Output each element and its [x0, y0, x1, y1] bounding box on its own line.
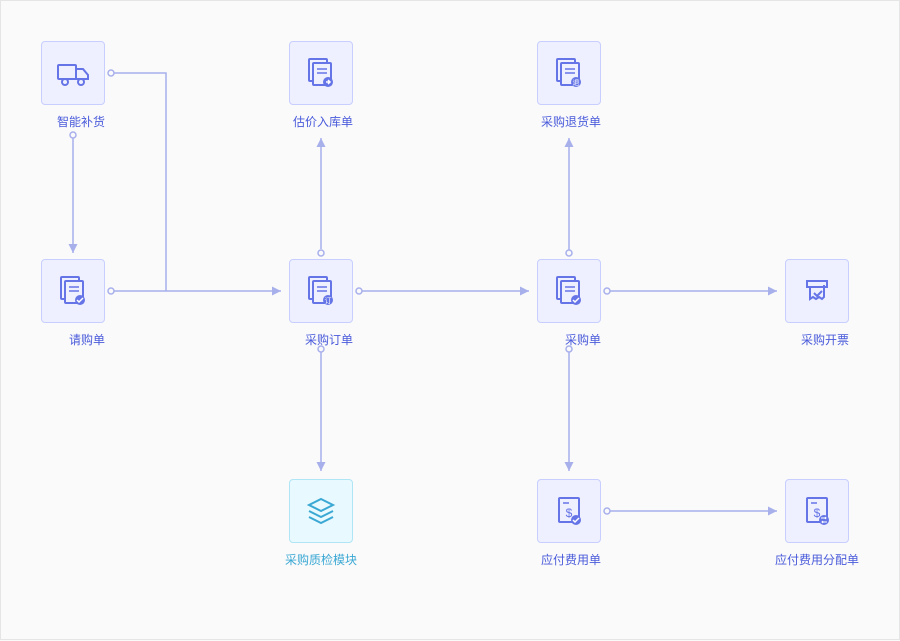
document-return-icon: 退 — [537, 41, 601, 105]
receipt-icon — [785, 259, 849, 323]
node-purchase-return[interactable]: 退 采购退货单 — [537, 41, 601, 131]
document-dollar-check-icon: $ — [537, 479, 601, 543]
svg-text:退: 退 — [573, 78, 580, 87]
node-purchase-request[interactable]: 请购单 — [41, 259, 105, 349]
node-payable-expense[interactable]: $ 应付费用单 — [537, 479, 601, 569]
node-label: 采购退货单 — [541, 113, 601, 130]
truck-icon — [41, 41, 105, 105]
document-check-icon — [41, 259, 105, 323]
document-dollar-swap-icon: $ — [785, 479, 849, 543]
node-label: 请购单 — [69, 331, 105, 348]
node-purchase-receipt[interactable]: 采购单 — [537, 259, 601, 349]
node-smart-replenish[interactable]: 智能补货 — [41, 41, 105, 131]
node-valuation-inbound[interactable]: 估价入库单 — [289, 41, 353, 131]
svg-text:订: 订 — [325, 296, 332, 305]
document-arrow-icon — [289, 41, 353, 105]
node-label: 应付费用单 — [541, 551, 601, 568]
node-label: 智能补货 — [57, 113, 105, 130]
node-purchase-invoice[interactable]: 采购开票 — [785, 259, 849, 349]
node-label: 采购开票 — [801, 331, 849, 348]
document-order-icon: 订 — [289, 259, 353, 323]
node-payable-expense-alloc[interactable]: $ 应付费用分配单 — [785, 479, 849, 569]
node-qc-module[interactable]: 采购质检模块 — [289, 479, 353, 569]
node-label: 应付费用分配单 — [775, 551, 859, 568]
node-label: 采购质检模块 — [285, 551, 357, 568]
flow-connectors — [1, 1, 900, 641]
document-check-icon — [537, 259, 601, 323]
node-label: 采购订单 — [305, 331, 353, 348]
node-purchase-order[interactable]: 订 采购订单 — [289, 259, 353, 349]
node-label: 采购单 — [565, 331, 601, 348]
node-label: 估价入库单 — [293, 113, 353, 130]
layers-icon — [289, 479, 353, 543]
